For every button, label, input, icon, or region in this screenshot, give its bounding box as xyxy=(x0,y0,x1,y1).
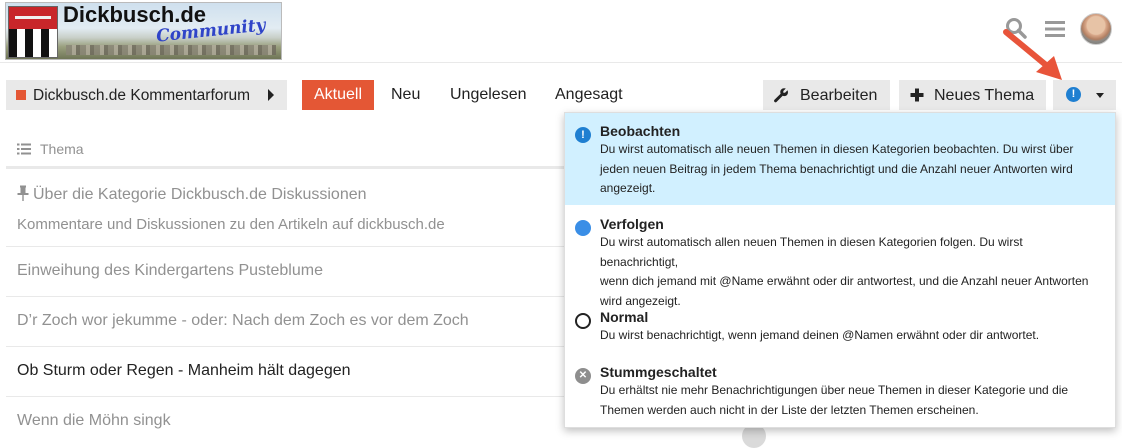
topic-excerpt: Kommentare und Diskussionen zu den Artik… xyxy=(17,216,445,233)
pin-icon xyxy=(17,185,29,201)
caret-right-icon xyxy=(268,89,274,101)
option-description: Du erhältst nie mehr Benachrichtigungen … xyxy=(600,383,1069,417)
option-description: Du wirst benachrichtigt, wenn jemand dei… xyxy=(600,328,1040,342)
empty-circle-icon xyxy=(575,313,591,329)
category-name: Dickbusch.de Kommentarforum xyxy=(33,87,251,104)
edit-button-label: Bearbeiten xyxy=(800,87,878,104)
user-avatar[interactable] xyxy=(1080,13,1112,45)
edit-category-button[interactable]: Bearbeiten xyxy=(763,80,890,110)
exclamation-circle-icon: ! xyxy=(1066,87,1081,102)
option-name: Beobachten xyxy=(600,123,681,139)
notification-option-muted[interactable]: ✕ Stummgeschaltet Du erhältst nie mehr B… xyxy=(565,354,1115,427)
topic-list-header: Thema xyxy=(6,131,566,169)
tab-ungelesen[interactable]: Ungelesen xyxy=(438,80,539,110)
caret-down-icon xyxy=(1096,93,1104,98)
wrench-icon xyxy=(774,88,788,103)
option-name: Normal xyxy=(600,309,649,325)
annotation-arrow-icon xyxy=(1003,29,1062,80)
table-row[interactable]: D’r Zoch wor jekumme - oder: Nach dem Zo… xyxy=(6,297,566,347)
topic-title-link[interactable]: D’r Zoch wor jekumme - oder: Nach dem Zo… xyxy=(17,312,469,330)
logo-village-picture xyxy=(66,45,276,55)
exclamation-circle-icon: ! xyxy=(575,127,591,143)
category-color-badge xyxy=(16,90,26,100)
site-logo[interactable]: Dickbusch.de Community xyxy=(5,2,282,60)
topic-title-link[interactable]: Ob Sturm oder Regen - Manheim hält dageg… xyxy=(17,362,351,380)
option-description: Du wirst automatisch alle neuen Themen i… xyxy=(600,142,1074,195)
tab-neu[interactable]: Neu xyxy=(379,80,432,110)
times-circle-icon: ✕ xyxy=(575,368,591,384)
topic-title-link[interactable]: Über die Kategorie Dickbusch.de Diskussi… xyxy=(17,185,367,204)
new-topic-button-label: Neues Thema xyxy=(934,87,1035,104)
plus-icon xyxy=(910,88,924,102)
table-row[interactable]: Einweihung des Kindergartens Pusteblume xyxy=(6,247,566,297)
coat-of-arms-logo-icon xyxy=(8,6,58,58)
table-row[interactable]: Ob Sturm oder Regen - Manheim hält dageg… xyxy=(6,347,566,397)
notification-option-tracking[interactable]: Verfolgen Du wirst automatisch allen neu… xyxy=(565,206,1115,308)
topic-title-link[interactable]: Wenn die Möhn singk xyxy=(17,412,171,430)
notification-option-watching[interactable]: ! Beobachten Du wirst automatisch alle n… xyxy=(565,113,1115,205)
option-name: Verfolgen xyxy=(600,216,664,232)
topic-title-link[interactable]: Einweihung des Kindergartens Pusteblume xyxy=(17,262,323,280)
table-row[interactable]: Über die Kategorie Dickbusch.de Diskussi… xyxy=(6,172,566,247)
tab-aktuell[interactable]: Aktuell xyxy=(302,80,375,110)
notification-option-normal[interactable]: Normal Du wirst benachrichtigt, wenn jem… xyxy=(565,299,1115,353)
site-header: Dickbusch.de Community xyxy=(0,0,1122,63)
column-header-topic[interactable]: Thema xyxy=(40,141,84,157)
tab-angesagt[interactable]: Angesagt xyxy=(543,80,635,110)
option-name: Stummgeschaltet xyxy=(600,364,717,380)
notification-level-dropdown: ! Beobachten Du wirst automatisch alle n… xyxy=(564,112,1116,428)
list-icon xyxy=(17,143,31,155)
table-row[interactable]: Wenn die Möhn singk xyxy=(6,397,566,434)
topic-title-text: Über die Kategorie Dickbusch.de Diskussi… xyxy=(33,186,367,203)
filled-circle-icon xyxy=(575,220,591,236)
category-breadcrumb[interactable]: Dickbusch.de Kommentarforum xyxy=(6,80,287,110)
